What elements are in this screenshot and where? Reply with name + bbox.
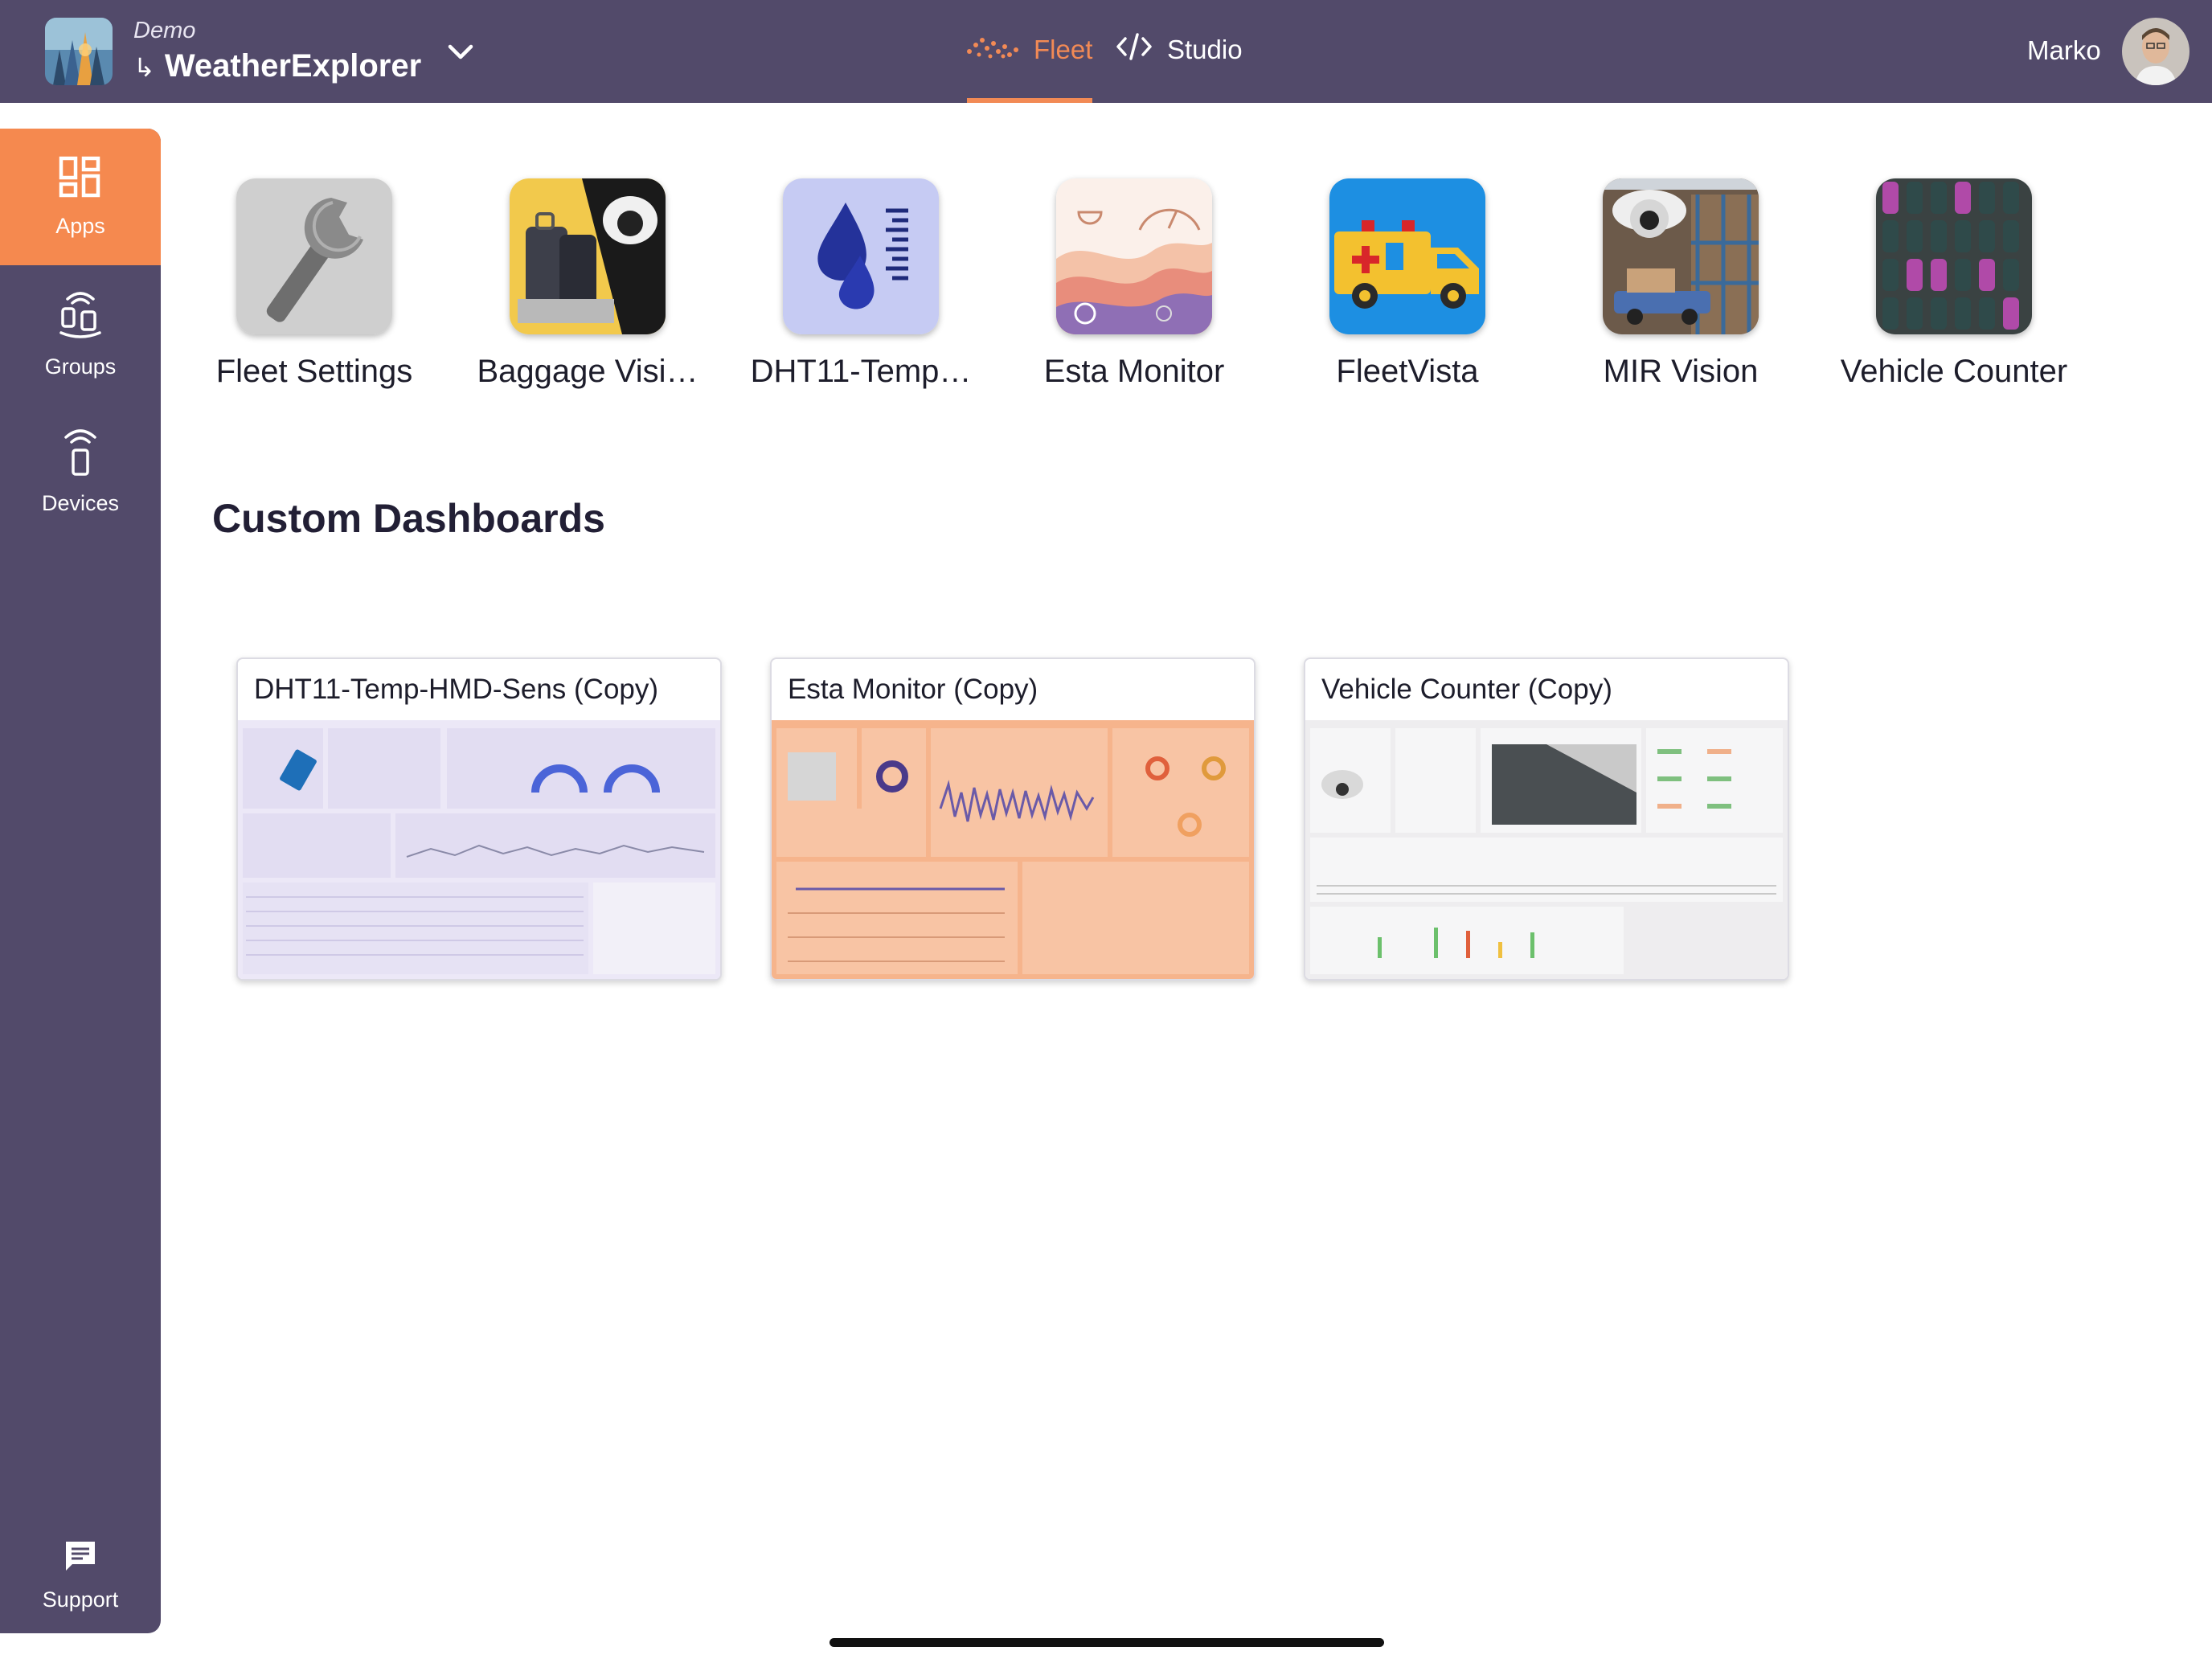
tab-studio-label: Studio <box>1167 35 1243 64</box>
water-drops-icon <box>783 178 939 334</box>
sidebar-item-label: Groups <box>44 354 117 379</box>
dashboard-title: Esta Monitor (Copy) <box>788 674 1038 705</box>
avatar[interactable] <box>2122 18 2189 85</box>
chat-icon <box>63 1538 98 1587</box>
sidebar-item-devices[interactable]: Devices <box>0 402 161 539</box>
sidebar-item-support[interactable]: Support <box>0 1527 161 1624</box>
wrench-icon <box>236 178 392 334</box>
app-tile-esta-monitor[interactable]: Esta Monitor <box>1010 178 1259 403</box>
dashboard-preview-thumbnail <box>238 720 720 979</box>
app-tile-vehicle-counter[interactable]: Vehicle Counter <box>1829 178 2079 403</box>
app-tile-baggage-vision[interactable]: Baggage Visi… <box>463 178 712 403</box>
baggage-camera-icon <box>510 178 666 334</box>
apps-grid-icon <box>58 155 103 214</box>
groups-icon <box>56 288 104 354</box>
app-name-text: WeatherExplorer <box>164 48 422 84</box>
current-app-name[interactable]: ↳ WeatherExplorer <box>133 48 421 84</box>
dashboard-card-esta-monitor[interactable]: Esta Monitor (Copy) <box>770 657 1256 981</box>
device-icon <box>60 424 100 491</box>
tab-fleet-label: Fleet <box>1034 35 1093 64</box>
waves-gauge-icon <box>1056 178 1212 334</box>
dashboard-card-dht11[interactable]: DHT11-Temp-HMD-Sens (Copy) <box>236 657 722 981</box>
app-label: FleetVista <box>1336 354 1479 389</box>
chevron-down-icon[interactable] <box>444 35 477 69</box>
tab-studio[interactable]: Studio <box>1116 29 1243 71</box>
sidebar-item-label: Devices <box>41 491 120 515</box>
sidebar-item-label: Support <box>42 1587 119 1612</box>
app-tile-dht11[interactable]: DHT11-Temp… <box>736 178 985 403</box>
sidebar-item-label: Apps <box>55 214 105 238</box>
sidebar: Apps Groups Devices Support <box>0 129 161 1633</box>
dashboard-preview-thumbnail <box>1305 720 1788 979</box>
app-logo[interactable] <box>45 18 113 85</box>
dashboard-preview-thumbnail <box>772 720 1254 979</box>
app-label: Esta Monitor <box>1043 354 1225 389</box>
app-label: DHT11-Temp… <box>750 354 972 389</box>
app-label: Fleet Settings <box>215 354 413 389</box>
sidebar-item-apps[interactable]: Apps <box>0 129 161 265</box>
code-icon <box>1116 32 1167 68</box>
app-label: MIR Vision <box>1603 354 1759 389</box>
parking-lot-icon <box>1876 178 2032 334</box>
active-tab-indicator <box>967 98 1092 103</box>
app-tile-fleet-settings[interactable]: Fleet Settings <box>190 178 439 403</box>
app-label: Baggage Visi… <box>477 354 698 389</box>
ambulance-icon <box>1329 178 1485 334</box>
app-tile-mir-vision[interactable]: MIR Vision <box>1556 178 1805 403</box>
dashboard-title: DHT11-Temp-HMD-Sens (Copy) <box>254 674 659 705</box>
home-indicator <box>830 1638 1384 1647</box>
dashboard-title: Vehicle Counter (Copy) <box>1321 674 1612 705</box>
sidebar-item-groups[interactable]: Groups <box>0 265 161 402</box>
app-tile-fleetvista[interactable]: FleetVista <box>1283 178 1532 403</box>
org-name: Demo <box>133 18 196 43</box>
top-bar: Demo ↳ WeatherExplorer Fleet Studio Mark… <box>0 0 2212 103</box>
sub-arrow-icon: ↳ <box>133 53 155 82</box>
warehouse-camera-icon <box>1603 178 1759 334</box>
fleet-dots-icon <box>966 32 1034 68</box>
section-title-custom-dashboards: Custom Dashboards <box>212 496 605 541</box>
tab-fleet[interactable]: Fleet <box>966 29 1092 71</box>
user-name[interactable]: Marko <box>2027 35 2101 66</box>
app-label: Vehicle Counter <box>1840 354 2068 389</box>
dashboard-card-vehicle-counter[interactable]: Vehicle Counter (Copy) <box>1304 657 1789 981</box>
